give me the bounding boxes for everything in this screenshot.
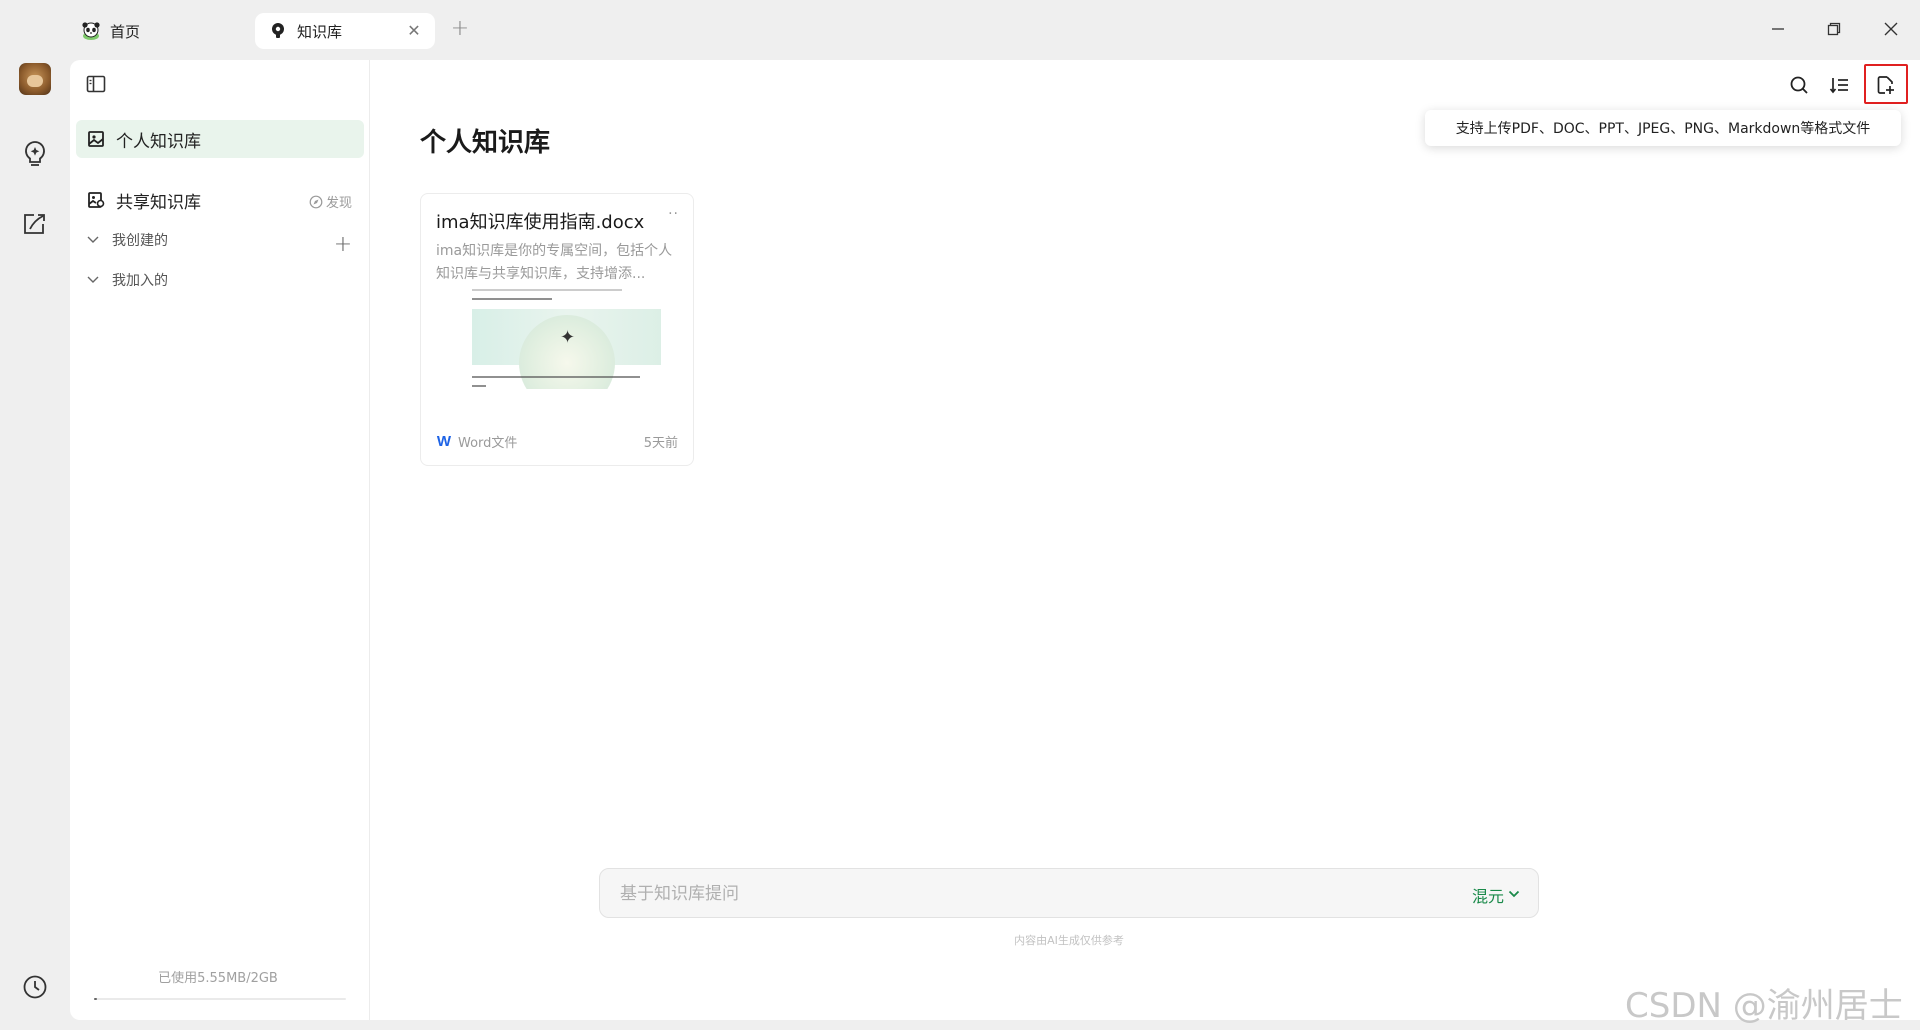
kb-question-box: 混元 [599, 868, 1539, 918]
upload-button-highlight [1864, 64, 1908, 104]
model-selector[interactable]: 混元 [1472, 883, 1522, 907]
file-type-label: Word文件 [458, 435, 518, 451]
question-input[interactable] [620, 881, 1380, 907]
edit-note-icon[interactable] [20, 209, 50, 239]
sidebar-toggle-icon[interactable] [84, 72, 108, 96]
tab-home[interactable]: 首页 [78, 13, 228, 49]
restore-icon[interactable] [1821, 16, 1847, 42]
window-close-icon[interactable] [1878, 16, 1904, 42]
card-footer: W Word文件 5天前 [436, 431, 678, 451]
group-created-by-me[interactable]: 我创建的 [84, 228, 168, 252]
word-file-icon: W [436, 432, 452, 450]
chevron-down-icon [1508, 888, 1522, 902]
discover-link[interactable]: 发现 [309, 192, 352, 211]
kb-sidebar: 个人知识库 共享知识库 发现 我创建的 + 我加入的 已使用5.55MB/2GB [70, 60, 370, 1020]
tab-bar: 首页 知识库 ✕ + [0, 0, 1920, 60]
compass-icon [309, 195, 323, 209]
group-joined-by-me[interactable]: 我加入的 [84, 268, 168, 292]
page-title: 个人知识库 [420, 128, 551, 158]
personal-kb-icon [86, 129, 106, 149]
close-icon[interactable]: ✕ [405, 22, 423, 40]
upload-tooltip: 支持上传PDF、DOC、PPT、JPEG、PNG、Markdown等格式文件 [1425, 110, 1901, 146]
document-thumbnail: ✦ [456, 289, 661, 389]
tab-knowledge-base-label: 知识库 [297, 22, 343, 41]
storage-usage-text: 已使用5.55MB/2GB [158, 971, 278, 986]
sidebar-item-label: 个人知识库 [116, 131, 201, 152]
storage-usage-bar [94, 998, 346, 1000]
history-clock-icon[interactable] [20, 972, 50, 1002]
discover-label: 发现 [325, 196, 352, 211]
card-timestamp: 5天前 [643, 435, 678, 451]
storage-usage-fill [94, 998, 97, 1000]
sidebar-item-shared-kb[interactable]: 共享知识库 发现 [76, 181, 364, 219]
panda-icon [80, 20, 102, 42]
chevron-down-icon [84, 231, 102, 249]
card-description: ima知识库是你的专属空间，包括个人知识库与共享知识库，支持增添... [436, 243, 673, 282]
card-title: ima知识库使用指南.docx [436, 212, 645, 233]
sidebar-item-personal-kb[interactable]: 个人知识库 [76, 120, 364, 158]
ai-disclaimer: 内容由AI生成仅供参考 [1014, 934, 1124, 947]
tab-knowledge-base[interactable]: 知识库 ✕ [255, 13, 435, 49]
minimize-icon[interactable] [1765, 16, 1791, 42]
document-card[interactable]: ima知识库使用指南.docx ·· ima知识库是你的专属空间，包括个人知识库… [420, 193, 694, 466]
search-icon[interactable] [1784, 70, 1814, 100]
shared-kb-icon [86, 190, 106, 210]
thumbnail-illustration: ✦ [472, 309, 661, 389]
tab-home-label: 首页 [110, 22, 141, 41]
watermark: CSDN @渝州居士 [1625, 986, 1903, 1026]
knowledge-bulb-icon[interactable] [20, 139, 50, 169]
sort-icon[interactable] [1824, 70, 1854, 100]
add-kb-button[interactable]: + [332, 234, 354, 256]
chevron-down-icon [84, 271, 102, 289]
avatar[interactable] [19, 63, 51, 95]
sparkle-icon: ✦ [560, 327, 576, 348]
sidebar-item-label: 共享知识库 [116, 192, 201, 213]
group-label: 我加入的 [112, 273, 168, 289]
more-options-icon[interactable]: ·· [668, 206, 679, 222]
model-label: 混元 [1471, 887, 1504, 906]
bulb-icon [267, 20, 289, 42]
new-tab-button[interactable]: + [448, 17, 472, 41]
group-label: 我创建的 [112, 233, 168, 249]
